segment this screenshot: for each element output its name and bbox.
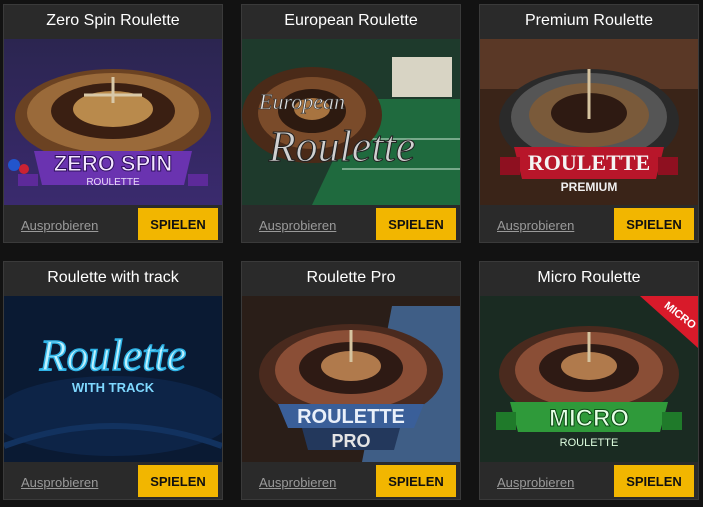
game-title: Roulette with track [47, 269, 179, 286]
game-thumbnail[interactable]: MICRO MICRO ROULETTE [480, 296, 698, 462]
game-logo-text: European [258, 89, 345, 114]
game-card-micro-roulette: Micro Roulette MICRO MICRO ROULETTE Ausp… [479, 261, 699, 500]
try-demo-link[interactable]: Ausprobieren [497, 475, 574, 490]
game-thumbnail[interactable]: ROULETTE PREMIUM [480, 39, 698, 205]
game-logo-subtext: ROULETTE [86, 177, 140, 188]
game-logo-text: ZERO SPIN [54, 151, 173, 176]
play-button[interactable]: SPIELEN [376, 465, 456, 497]
try-demo-link[interactable]: Ausprobieren [259, 475, 336, 490]
game-logo-text: Roulette [39, 331, 187, 380]
game-title: Micro Roulette [537, 269, 641, 286]
game-title: Zero Spin Roulette [46, 12, 180, 29]
game-card-roulette-with-track: Roulette with track Roulette WITH TRACK … [3, 261, 223, 500]
game-card-roulette-pro: Roulette Pro ROULETTE PRO Ausprobieren S… [241, 261, 461, 500]
game-card-european-roulette: European Roulette European Roulette Ausp… [241, 4, 461, 243]
game-thumbnail[interactable]: Roulette WITH TRACK [4, 296, 222, 462]
try-demo-link[interactable]: Ausprobieren [21, 475, 98, 490]
game-logo-subtext: Roulette [268, 122, 416, 171]
play-button[interactable]: SPIELEN [614, 465, 694, 497]
try-demo-link[interactable]: Ausprobieren [259, 218, 336, 233]
game-thumbnail[interactable]: ZERO SPIN ROULETTE [4, 39, 222, 205]
game-title: Premium Roulette [524, 12, 654, 29]
game-logo-subtext: ROULETTE [560, 437, 619, 449]
game-logo-subtext: WITH TRACK [72, 380, 155, 395]
game-logo-subtext: PREMIUM [561, 180, 618, 194]
play-button[interactable]: SPIELEN [138, 208, 218, 240]
play-button[interactable]: SPIELEN [614, 208, 694, 240]
game-logo-text: ROULETTE [528, 150, 650, 175]
play-button[interactable]: SPIELEN [138, 465, 218, 497]
game-thumbnail[interactable]: ROULETTE PRO [242, 296, 460, 462]
game-logo-subtext: PRO [331, 431, 370, 451]
game-logo-text: ROULETTE [297, 406, 405, 428]
try-demo-link[interactable]: Ausprobieren [497, 218, 574, 233]
game-thumbnail[interactable]: European Roulette [242, 39, 460, 205]
game-logo-text: MICRO [549, 405, 629, 432]
game-card-zero-spin-roulette: Zero Spin Roulette ZERO SPIN ROULETTE Au… [3, 4, 223, 243]
play-button[interactable]: SPIELEN [376, 208, 456, 240]
try-demo-link[interactable]: Ausprobieren [21, 218, 98, 233]
game-title: European Roulette [284, 12, 418, 29]
game-card-premium-roulette: Premium Roulette ROULETTE PREMIUM Auspro… [479, 4, 699, 243]
game-title: Roulette Pro [306, 269, 396, 286]
